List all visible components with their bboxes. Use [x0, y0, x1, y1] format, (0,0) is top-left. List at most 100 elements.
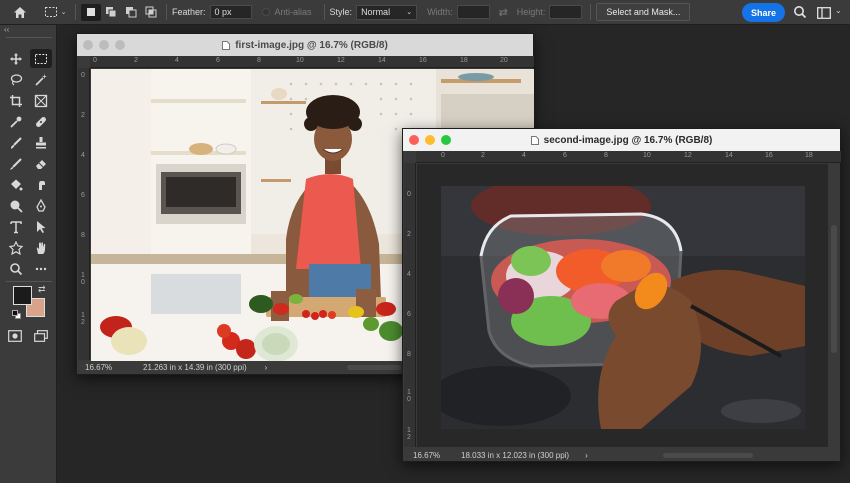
zoom-tool[interactable]	[5, 259, 27, 278]
chevron-down-icon: ⌄	[60, 9, 67, 16]
clone-stamp-tool[interactable]	[30, 133, 52, 152]
workspace-button[interactable]	[817, 6, 831, 24]
subtract-selection-icon	[126, 7, 137, 18]
intersect-selection-button[interactable]	[141, 4, 161, 21]
crop-tool[interactable]	[5, 91, 27, 110]
path-selection-tool[interactable]	[30, 217, 52, 236]
share-button[interactable]: Share	[742, 3, 785, 22]
chevron-down-icon: ⌄	[406, 9, 413, 16]
history-brush-tool[interactable]	[5, 154, 27, 173]
add-to-selection-button[interactable]	[101, 4, 121, 21]
zoom-icon	[10, 262, 23, 275]
zoom-level[interactable]: 16.67%	[85, 363, 143, 372]
collapse-panel-icon[interactable]: ‹‹	[4, 25, 9, 34]
screen-mode-icon	[34, 330, 48, 342]
ruler-label: 18	[460, 57, 468, 64]
close-window-button[interactable]	[83, 40, 93, 50]
smudge-tool[interactable]	[30, 175, 52, 194]
ruler-label: 6	[563, 152, 567, 159]
marquee-preset-picker[interactable]: ⌄	[40, 4, 70, 21]
edit-toolbar-button[interactable]	[30, 259, 52, 278]
document-title: second-image.jpg @ 16.7% (RGB/8)	[543, 134, 713, 146]
eyedropper-tool[interactable]	[5, 112, 27, 131]
zoom-level[interactable]: 16.67%	[413, 451, 461, 460]
eraser-tool[interactable]	[30, 154, 52, 173]
hand-icon	[36, 241, 46, 254]
marquee-tool[interactable]	[30, 49, 52, 68]
document-titlebar[interactable]: second-image.jpg @ 16.7% (RGB/8)	[403, 129, 840, 151]
swap-colors-icon[interactable]: ⇄	[38, 284, 46, 295]
ruler-label: 16	[419, 57, 427, 64]
divider	[590, 4, 592, 20]
ruler-label: 4	[522, 152, 526, 159]
file-icon	[530, 135, 539, 145]
ruler-label: 1 0	[81, 272, 85, 286]
maximize-window-button[interactable]	[441, 135, 451, 145]
vertical-ruler[interactable]: 0 2 4 6 8 1 0 1 2	[404, 163, 416, 447]
canvas-image-salad[interactable]	[441, 186, 805, 429]
select-and-mask-button[interactable]: Select and Mask...	[596, 3, 691, 21]
shape-tool[interactable]	[5, 238, 27, 257]
horizontal-ruler[interactable]: 0 2 4 6 8 10 12 14 16 18	[416, 151, 841, 163]
paint-bucket-tool[interactable]	[5, 175, 27, 194]
subtract-from-selection-button[interactable]	[121, 4, 141, 21]
vertical-ruler[interactable]: 0 2 4 6 8 1 0 1 2	[78, 68, 90, 360]
healing-tool[interactable]	[30, 112, 52, 131]
new-selection-button[interactable]	[81, 3, 101, 21]
minimize-window-button[interactable]	[425, 135, 435, 145]
ruler-label: 0	[93, 57, 97, 64]
ruler-label: 4	[407, 271, 411, 278]
horizontal-scrollbar[interactable]	[347, 365, 401, 370]
ruler-label: 2	[81, 112, 85, 119]
horizontal-ruler[interactable]: 0 2 4 6 8 10 12 14 16 18 20	[90, 56, 534, 68]
dodge-tool[interactable]	[5, 196, 27, 215]
ruler-label: 8	[81, 232, 85, 239]
ruler-label: 18	[805, 152, 813, 159]
window-controls	[83, 40, 125, 50]
magic-wand-icon	[35, 73, 47, 86]
brush-tool[interactable]	[5, 133, 27, 152]
feather-input[interactable]: 0 px	[209, 5, 252, 19]
anti-alias-label: Anti-alias	[274, 7, 312, 17]
lasso-icon	[10, 73, 23, 86]
height-input[interactable]	[549, 5, 583, 19]
ruler-label: 16	[765, 152, 773, 159]
ruler-label: 0	[81, 72, 85, 79]
vertical-scrollbar[interactable]	[831, 225, 837, 353]
horizontal-scrollbar[interactable]	[663, 453, 753, 458]
ruler-label: 20	[500, 57, 508, 64]
document-window-second-image[interactable]: second-image.jpg @ 16.7% (RGB/8) 0 2 4 6…	[402, 128, 841, 462]
workspace-menu[interactable]: ⌄	[835, 6, 842, 15]
feather-label: Feather:	[172, 7, 206, 17]
swap-dimensions-icon[interactable]: ⇄	[499, 6, 508, 19]
close-window-button[interactable]	[409, 135, 419, 145]
brush-icon	[11, 136, 22, 149]
ruler-label: 6	[407, 311, 411, 318]
anti-alias-checkbox[interactable]	[261, 8, 270, 16]
type-tool[interactable]	[5, 217, 27, 236]
document-titlebar[interactable]: first-image.jpg @ 16.7% (RGB/8)	[77, 34, 533, 56]
status-menu-arrow[interactable]: ›	[265, 363, 268, 372]
window-controls	[409, 135, 451, 145]
screen-mode-button[interactable]	[34, 329, 48, 347]
ruler-label: 2	[134, 57, 138, 64]
hand-tool[interactable]	[30, 238, 52, 257]
search-button[interactable]	[793, 5, 807, 24]
status-menu-arrow[interactable]: ›	[585, 451, 588, 460]
document-size-info: 21.263 in x 14.39 in (300 ppi)	[143, 362, 247, 372]
width-input[interactable]	[456, 5, 490, 19]
intersect-selection-icon	[145, 6, 157, 18]
maximize-window-button[interactable]	[115, 40, 125, 50]
minimize-window-button[interactable]	[99, 40, 109, 50]
move-tool[interactable]	[5, 49, 27, 68]
foreground-color-swatch[interactable]	[13, 286, 32, 305]
magic-wand-tool[interactable]	[30, 70, 52, 89]
home-button[interactable]	[0, 0, 40, 25]
divider	[323, 4, 325, 20]
quick-mask-button[interactable]	[8, 329, 22, 347]
pen-tool[interactable]	[30, 196, 52, 215]
style-select[interactable]: Normal ⌄	[356, 4, 418, 20]
default-colors-icon[interactable]	[12, 310, 21, 319]
lasso-tool[interactable]	[5, 70, 27, 89]
frame-tool[interactable]	[30, 91, 52, 110]
